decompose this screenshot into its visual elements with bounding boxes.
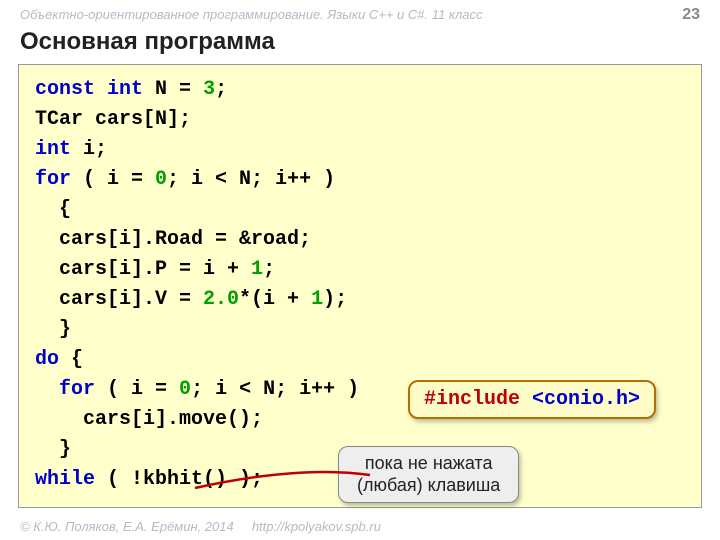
code-line: cars[i].Road = &road;	[35, 225, 685, 255]
include-header: <conio.h>	[520, 388, 640, 411]
code-line: cars[i].V = 2.0*(i + 1);	[35, 285, 685, 315]
code-line: do {	[35, 345, 685, 375]
annotation-bubble: пока не нажата (любая) клавиша	[338, 446, 519, 503]
code-line: }	[35, 315, 685, 345]
annotation-line: (любая) клавиша	[357, 475, 500, 497]
course-title: Объектно-ориентированное программировани…	[20, 7, 483, 22]
code-line: TCar cars[N];	[35, 105, 685, 135]
code-line: for ( i = 0; i < N; i++ )	[35, 165, 685, 195]
slide-header: Объектно-ориентированное программировани…	[0, 0, 720, 26]
include-callout: #include <conio.h>	[408, 380, 656, 419]
slide-footer: © К.Ю. Поляков, Е.А. Ерёмин, 2014 http:/…	[20, 519, 381, 534]
code-line: {	[35, 195, 685, 225]
code-line: int i;	[35, 135, 685, 165]
slide-title: Основная программа	[0, 26, 720, 64]
page-number: 23	[682, 6, 700, 24]
code-line: const int N = 3;	[35, 75, 685, 105]
footer-link[interactable]: http://kpolyakov.spb.ru	[252, 519, 381, 534]
copyright-text: © К.Ю. Поляков, Е.А. Ерёмин, 2014	[20, 519, 234, 534]
code-block: const int N = 3; TCar cars[N]; int i; fo…	[18, 64, 702, 508]
annotation-line: пока не нажата	[357, 453, 500, 475]
code-line: cars[i].P = i + 1;	[35, 255, 685, 285]
include-directive: #include	[424, 388, 520, 411]
